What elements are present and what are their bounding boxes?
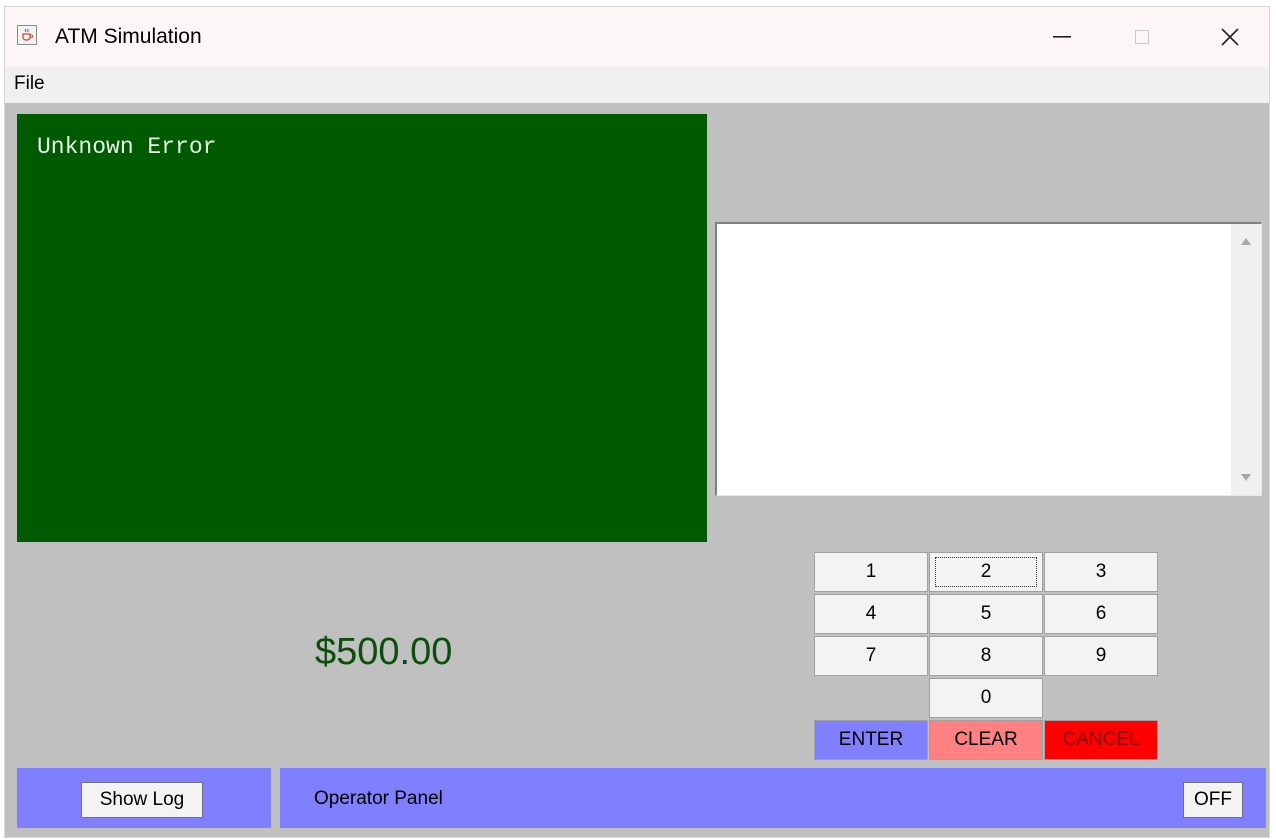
maximize-button[interactable] <box>1097 7 1187 67</box>
clear-button[interactable]: CLEAR <box>929 720 1043 760</box>
close-button[interactable] <box>1185 7 1269 67</box>
menu-bar: File <box>5 67 1269 103</box>
minimize-button[interactable] <box>1017 7 1107 67</box>
window-title: ATM Simulation <box>55 25 202 48</box>
key-7[interactable]: 7 <box>814 636 928 676</box>
atm-window: ATM Simulation File Unknown Error $500.0… <box>4 6 1270 838</box>
operator-panel-label: Operator Panel <box>314 788 443 809</box>
off-button[interactable]: OFF <box>1183 782 1243 818</box>
receipt-scrollbar[interactable] <box>1231 224 1261 495</box>
cancel-button[interactable]: CANCEL <box>1044 720 1158 760</box>
java-coffee-cup-icon <box>17 25 37 45</box>
enter-button[interactable]: ENTER <box>814 720 928 760</box>
title-bar: ATM Simulation <box>5 7 1269 67</box>
key-8[interactable]: 8 <box>929 636 1043 676</box>
atm-display-screen: Unknown Error <box>17 114 707 542</box>
display-message: Unknown Error <box>37 134 217 160</box>
scroll-up-icon[interactable] <box>1241 238 1251 245</box>
menu-file[interactable]: File <box>14 73 45 95</box>
maximize-icon <box>1135 30 1149 44</box>
key-1[interactable]: 1 <box>814 552 928 592</box>
scroll-down-icon[interactable] <box>1241 474 1251 481</box>
key-6[interactable]: 6 <box>1044 594 1158 634</box>
show-log-button[interactable]: Show Log <box>81 782 203 818</box>
key-5[interactable]: 5 <box>929 594 1043 634</box>
operator-panel: Operator Panel OFF <box>280 768 1266 828</box>
key-0[interactable]: 0 <box>929 678 1043 718</box>
close-icon <box>1221 28 1239 46</box>
log-panel: Show Log <box>17 768 271 828</box>
minimize-icon <box>1053 36 1071 38</box>
receipt-printer-area <box>715 222 1262 496</box>
key-3[interactable]: 3 <box>1044 552 1158 592</box>
cash-dispenser-amount: $500.00 <box>315 631 453 673</box>
key-2[interactable]: 2 <box>929 552 1043 592</box>
key-4[interactable]: 4 <box>814 594 928 634</box>
key-9[interactable]: 9 <box>1044 636 1158 676</box>
